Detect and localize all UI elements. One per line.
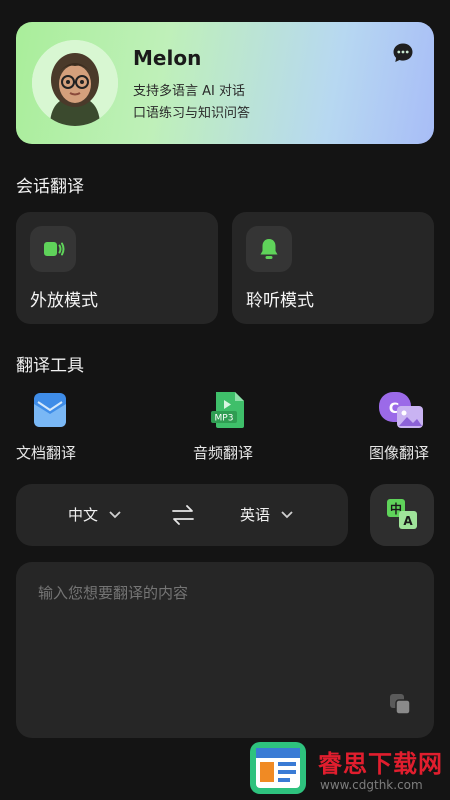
mp3-file-icon: MP3 <box>209 390 249 430</box>
chat-bubble-icon[interactable] <box>392 42 414 64</box>
tool-audio-translate[interactable]: MP3 音频翻译 <box>193 390 289 470</box>
section-title-conversation: 会话翻译 <box>16 177 84 197</box>
chevron-down-icon <box>108 506 122 524</box>
source-language-dropdown[interactable]: 中文 <box>68 504 122 525</box>
chevron-down-icon <box>280 506 294 524</box>
svg-text:MP3: MP3 <box>215 414 234 424</box>
language-selector: 中文 英语 <box>16 484 348 546</box>
copy-icon[interactable] <box>388 692 412 716</box>
watermark-logo-icon <box>250 742 306 794</box>
speaker-icon <box>30 226 76 272</box>
tool-document-label: 文档翻译 <box>16 444 77 462</box>
translation-input[interactable] <box>38 584 398 602</box>
svg-text:A: A <box>403 514 413 528</box>
avatar <box>32 40 118 126</box>
profile-tagline-1: 支持多语言 AI 对话 <box>133 84 245 99</box>
translate-icon: 中 A <box>387 499 417 529</box>
target-language-dropdown[interactable]: 英语 <box>240 504 294 525</box>
listen-mode-card[interactable]: 聆听模式 <box>232 212 434 324</box>
translation-input-area[interactable] <box>16 562 434 738</box>
source-language-label: 中文 <box>68 506 99 524</box>
target-language-label: 英语 <box>240 506 271 524</box>
tool-image-translate[interactable]: C 图像翻译 <box>369 390 450 470</box>
watermark-url: www.cdgthk.com <box>320 778 423 792</box>
tool-audio-label: 音频翻译 <box>193 444 254 462</box>
profile-card[interactable]: Melon 支持多语言 AI 对话 口语练习与知识问答 <box>16 22 434 144</box>
mail-document-icon <box>30 390 70 430</box>
speaker-mode-card[interactable]: 外放模式 <box>16 212 218 324</box>
tool-document-translate[interactable]: 文档翻译 <box>16 390 112 470</box>
profile-name: Melon <box>133 46 202 70</box>
image-icon: C <box>377 390 423 430</box>
listen-mode-label: 聆听模式 <box>246 291 314 311</box>
swap-languages-icon[interactable] <box>170 502 196 528</box>
translate-mode-button[interactable]: 中 A <box>370 484 434 546</box>
section-title-tools: 翻译工具 <box>16 356 84 376</box>
bell-icon <box>246 226 292 272</box>
watermark-text: 睿思下载网 <box>318 750 443 778</box>
watermark: 睿思下载网 www.cdgthk.com <box>248 740 448 800</box>
profile-tagline-2: 口语练习与知识问答 <box>133 106 251 121</box>
tool-image-label: 图像翻译 <box>369 444 430 462</box>
speaker-mode-label: 外放模式 <box>30 291 98 311</box>
